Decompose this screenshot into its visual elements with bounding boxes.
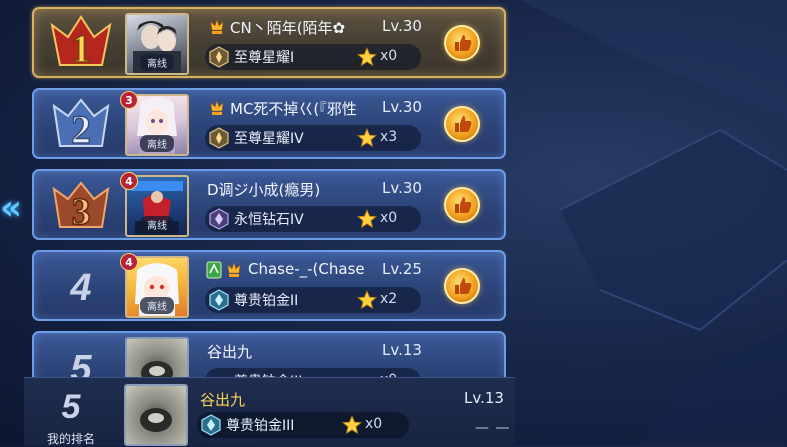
ranking-row-3[interactable]: 3 离线 4 D调ジ小成(瘾男) Lv.30 永恒钻石IV x0 <box>32 169 506 240</box>
silver-rank-badge-icon: 2 <box>52 98 110 153</box>
ranking-row-2[interactable]: 2 离线 3 MC死不掉巜(『邪性 Lv.30 至尊星耀IV x3 <box>32 88 506 159</box>
my-extra-value: — — <box>475 420 511 436</box>
star-icon <box>357 209 377 229</box>
avatar[interactable]: 离线 <box>125 13 189 75</box>
star-level-badge: 3 <box>120 91 138 109</box>
player-level: Lv.13 <box>382 341 422 359</box>
my-tier-label: 尊贵铂金III <box>226 418 295 434</box>
thumb-icon <box>455 116 472 132</box>
tier-label: 至尊星耀I <box>234 50 295 66</box>
vip-crown-icon <box>210 100 224 115</box>
bronze-rank-badge-icon: 3 <box>52 181 110 234</box>
star-count: x0 <box>380 210 398 226</box>
ranking-row-4[interactable]: 4 离线 4 Chase-_-(Chase Lv.25 尊贵铂金II x2 <box>32 250 506 321</box>
guard-card-icon <box>206 261 222 279</box>
rank-number: 3 <box>72 191 91 233</box>
offline-tag: 离线 <box>140 297 174 314</box>
like-button[interactable] <box>444 268 480 304</box>
star-count: x2 <box>380 291 398 307</box>
offline-tag: 离线 <box>140 216 174 233</box>
player-level: Lv.30 <box>382 179 422 197</box>
thumb-icon <box>455 278 472 294</box>
offline-tag: 离线 <box>140 54 174 71</box>
gold-rank-badge-icon: 1 <box>50 15 112 72</box>
my-rank-number: 5 <box>61 388 81 426</box>
my-avatar[interactable] <box>124 384 188 446</box>
tier-box: 至尊星耀I x0 <box>205 44 421 70</box>
tier-label: 至尊星耀IV <box>234 131 304 147</box>
thumb-icon <box>455 197 472 213</box>
vip-crown-icon <box>210 19 224 34</box>
tier-label: 永恒钻石IV <box>234 212 304 228</box>
like-button[interactable] <box>444 106 480 142</box>
my-star-count: x0 <box>365 416 383 432</box>
tier-box: 尊贵铂金II x2 <box>205 287 421 313</box>
player-name: CN丶陌年(陌年✿ <box>230 19 346 37</box>
star-icon <box>357 128 377 148</box>
tier-diamond-icon <box>209 208 229 230</box>
rank-number: 2 <box>71 107 91 152</box>
rank-number: 1 <box>71 26 91 71</box>
tier-starshine-icon <box>209 127 229 149</box>
my-rank-bar: 5 我的排名 谷出九 Lv.13 尊贵铂金III x0 — — <box>24 377 515 446</box>
my-rank-label: 我的排名 <box>46 432 95 446</box>
tier-box: 至尊星耀IV x3 <box>205 125 421 151</box>
like-button[interactable] <box>444 187 480 223</box>
player-name: 谷出九 <box>207 343 253 361</box>
star-level-badge: 4 <box>120 172 138 190</box>
player-level: Lv.25 <box>382 260 422 278</box>
tier-platinum-icon <box>201 414 221 436</box>
tier-box: 永恒钻石IV x0 <box>205 206 421 232</box>
player-name: Chase-_-(Chase <box>248 260 365 278</box>
my-player-level: Lv.13 <box>464 389 504 407</box>
thumb-icon <box>455 35 472 51</box>
like-button[interactable] <box>444 25 480 61</box>
star-count: x3 <box>380 129 398 145</box>
player-level: Lv.30 <box>382 17 422 35</box>
rank-number: 4 <box>70 267 92 309</box>
star-level-badge: 4 <box>120 253 138 271</box>
player-name: MC死不掉巜(『邪性 <box>230 100 357 118</box>
player-level: Lv.30 <box>382 98 422 116</box>
offline-tag: 离线 <box>140 135 174 152</box>
star-icon <box>357 47 377 67</box>
my-player-name: 谷出九 <box>200 391 246 409</box>
ranking-row-1[interactable]: 1 离线 CN丶陌年(陌年✿ Lv.30 至尊星耀I x0 <box>32 7 506 78</box>
star-icon <box>357 290 377 310</box>
double-chevron-left-icon[interactable]: « <box>0 183 22 233</box>
my-tier-box: 尊贵铂金III x0 <box>197 412 409 438</box>
tier-platinum-icon <box>209 289 229 311</box>
star-icon <box>342 415 362 435</box>
vip-crown-icon <box>227 262 241 277</box>
star-count: x0 <box>380 48 398 64</box>
avatar-illustration-icon <box>140 408 172 432</box>
tier-starshine-icon <box>209 46 229 68</box>
tier-label: 尊贵铂金II <box>234 293 299 309</box>
player-name: D调ジ小成(瘾男) <box>207 181 321 199</box>
